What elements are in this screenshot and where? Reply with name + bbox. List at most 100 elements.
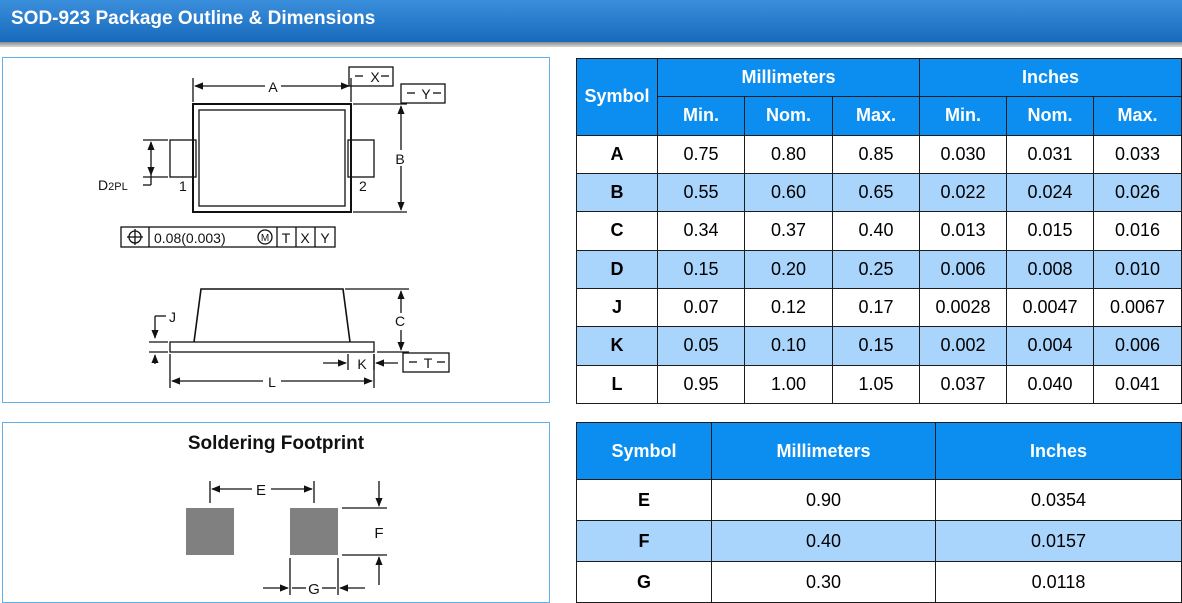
fp-millimeters-header: Millimeters — [711, 422, 936, 480]
footprint-drawing-panel: Soldering Footprint E F G — [2, 422, 550, 603]
table-row: J 0.07 0.12 0.17 0.0028 0.0047 0.0067 — [576, 287, 1182, 328]
cell-mm-max: 0.65 — [831, 172, 921, 213]
cell-mm-max: 0.17 — [831, 287, 921, 328]
cell-in-max: 0.0067 — [1093, 287, 1182, 328]
cell-in-min: 0.030 — [919, 134, 1008, 174]
page-header: SOD-923 Package Outline & Dimensions — [0, 0, 1182, 47]
cell-in-min: 0.006 — [919, 249, 1008, 289]
row-symbol: C — [576, 211, 658, 251]
footprint-pad-1 — [186, 508, 234, 555]
cell-in-min: 0.037 — [919, 364, 1008, 405]
table-row: D 0.15 0.20 0.25 0.006 0.008 0.010 — [576, 249, 1182, 289]
row-symbol: B — [576, 172, 658, 213]
table-row: C 0.34 0.37 0.40 0.013 0.015 0.016 — [576, 211, 1182, 251]
row-symbol: E — [576, 479, 712, 521]
table-row: G 0.30 0.0118 — [576, 561, 1182, 603]
datum-x-label: X — [370, 69, 380, 85]
cell-mm-max: 1.05 — [831, 364, 921, 405]
row-symbol: F — [576, 520, 712, 562]
cell-in-min: 0.013 — [919, 211, 1008, 251]
table-row: F 0.40 0.0157 — [576, 520, 1182, 562]
row-symbol: L — [576, 364, 658, 405]
package-body-top — [192, 103, 352, 213]
dim-label-l: L — [268, 374, 276, 390]
cell-in-nom: 0.031 — [1006, 134, 1095, 174]
col-header-in-min: Min. — [919, 96, 1008, 136]
millimeters-header: Millimeters — [656, 57, 921, 98]
tolerance-value: 0.08(0.003) — [154, 230, 226, 246]
cell-in-max: 0.033 — [1093, 134, 1182, 174]
col-header-in-max: Max. — [1093, 96, 1182, 136]
package-outline-diagram: A X Y B D2PL 1 2 0.08(0.003) M T X Y C J… — [98, 66, 450, 390]
cell-in-nom: 0.015 — [1006, 211, 1095, 251]
cell-inch: 0.0118 — [935, 561, 1182, 603]
datum-t-label: T — [424, 355, 433, 371]
cell-mm-min: 0.75 — [657, 134, 745, 174]
cell-mm-min: 0.07 — [657, 287, 745, 328]
table-row: K 0.05 0.10 0.15 0.002 0.004 0.006 — [576, 326, 1182, 366]
pin-1-label: 1 — [179, 178, 187, 194]
col-header-mm-min: Min. — [657, 96, 745, 136]
dim-label-j: J — [169, 309, 176, 325]
footprint-table: Symbol Millimeters Inches E 0.90 0.0354 … — [576, 422, 1182, 603]
cell-mm-nom: 0.60 — [744, 172, 833, 213]
cell-inch: 0.0157 — [935, 520, 1182, 562]
dim-label-k: K — [357, 356, 367, 372]
cell-mm-nom: 0.12 — [744, 287, 833, 328]
row-symbol: G — [576, 561, 712, 603]
cell-in-min: 0.022 — [919, 172, 1008, 213]
table-row: E 0.90 0.0354 — [576, 479, 1182, 521]
cell-mm-max: 0.85 — [831, 134, 921, 174]
tolerance-modifier: M — [261, 233, 269, 244]
table-row: A 0.75 0.80 0.85 0.030 0.031 0.033 — [576, 134, 1182, 174]
table-row: B 0.55 0.60 0.65 0.022 0.024 0.026 — [576, 172, 1182, 213]
tolerance-ref-t: T — [282, 230, 291, 246]
cell-in-nom: 0.040 — [1006, 364, 1095, 405]
cell-mm-max: 0.15 — [831, 326, 921, 366]
footprint-label-e: E — [256, 482, 266, 499]
cell-mm-nom: 0.37 — [744, 211, 833, 251]
cell-in-min: 0.0028 — [919, 287, 1008, 328]
cell-mm-nom: 0.20 — [744, 249, 833, 289]
outline-drawing-panel: A X Y B D2PL 1 2 0.08(0.003) M T X Y C J… — [2, 57, 550, 403]
fp-inches-header: Inches — [935, 422, 1182, 480]
cell-mm-min: 0.34 — [657, 211, 745, 251]
cell-mm-nom: 0.10 — [744, 326, 833, 366]
row-symbol: D — [576, 249, 658, 289]
row-symbol: K — [576, 326, 658, 366]
col-header-in-nom: Nom. — [1006, 96, 1095, 136]
cell-in-nom: 0.008 — [1006, 249, 1095, 289]
datum-y-label: Y — [421, 86, 431, 102]
side-view-leads — [169, 341, 375, 353]
footprint-label-f: F — [374, 525, 383, 542]
footprint-label-g: G — [308, 581, 320, 598]
cell-in-max: 0.016 — [1093, 211, 1182, 251]
inches-header: Inches — [919, 57, 1182, 98]
table-row: L 0.95 1.00 1.05 0.037 0.040 0.041 — [576, 364, 1182, 405]
cell-in-nom: 0.0047 — [1006, 287, 1095, 328]
fp-symbol-header: Symbol — [576, 422, 712, 480]
footprint-pad-2 — [290, 508, 338, 555]
cell-mm-min: 0.55 — [657, 172, 745, 213]
tolerance-ref-x: X — [300, 230, 310, 246]
cell-mm-min: 0.15 — [657, 249, 745, 289]
dim-label-a: A — [268, 79, 278, 95]
cell-in-nom: 0.024 — [1006, 172, 1095, 213]
footprint-diagram: E F G — [186, 481, 387, 598]
cell-mm: 0.40 — [711, 520, 936, 562]
cell-inch: 0.0354 — [935, 479, 1182, 521]
cell-mm: 0.30 — [711, 561, 936, 603]
tolerance-ref-y: Y — [320, 230, 330, 246]
cell-in-max: 0.010 — [1093, 249, 1182, 289]
cell-mm-nom: 1.00 — [744, 364, 833, 405]
cell-mm-min: 0.95 — [657, 364, 745, 405]
cell-in-max: 0.041 — [1093, 364, 1182, 405]
cell-mm-nom: 0.80 — [744, 134, 833, 174]
cell-mm-min: 0.05 — [657, 326, 745, 366]
tolerance-frame: 0.08(0.003) M T X Y — [120, 226, 336, 248]
cell-mm: 0.90 — [711, 479, 936, 521]
col-header-mm-nom: Nom. — [744, 96, 833, 136]
symbol-header: Symbol — [576, 58, 658, 136]
cell-mm-max: 0.25 — [831, 249, 921, 289]
dimensions-table: Symbol Millimeters Inches Min. Nom. Max.… — [576, 57, 1182, 405]
